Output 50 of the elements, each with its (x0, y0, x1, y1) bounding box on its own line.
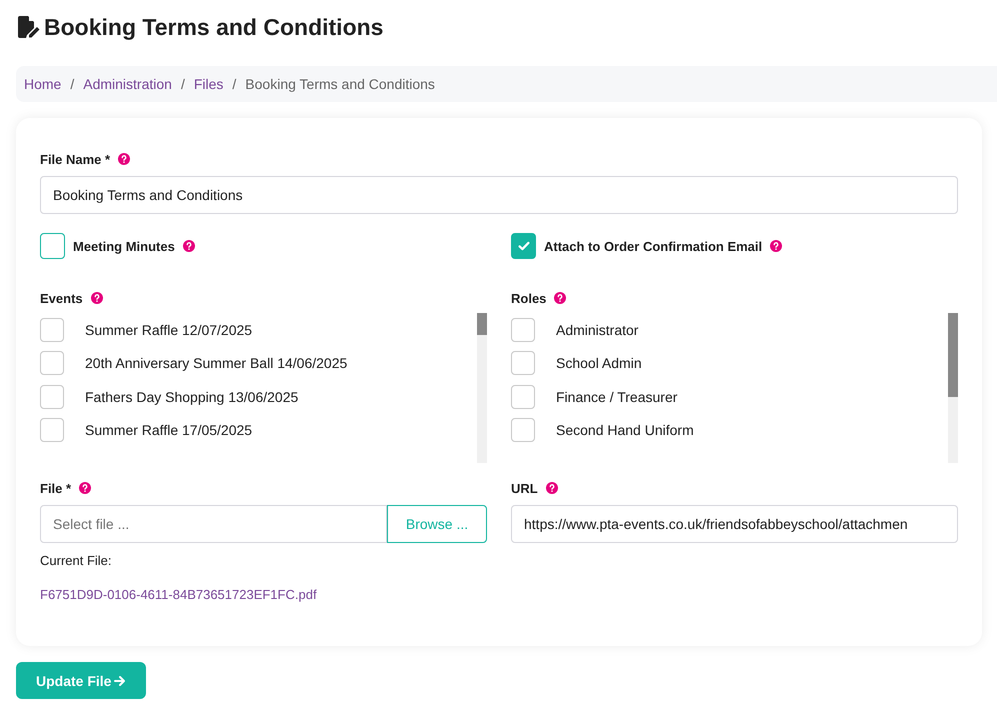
checkbox[interactable] (40, 233, 65, 259)
checkbox-label: Meeting Minutes (73, 238, 175, 254)
file-edit-icon (16, 15, 40, 39)
list-item-label: 20th Anniversary Summer Ball 14/06/2025 (85, 355, 348, 372)
help-icon[interactable] (770, 240, 782, 252)
checkmark-icon (516, 239, 530, 253)
list-item-label: Second Hand Uniform (556, 422, 694, 438)
breadcrumb-separator: / (180, 76, 185, 92)
help-icon[interactable] (554, 292, 566, 304)
list-item-label: Finance / Treasurer (556, 388, 678, 405)
list-item-label: Summer Raffle 17/05/2025 (85, 422, 252, 438)
list-item-label: Summer Raffle 12/07/2025 (85, 322, 252, 338)
breadcrumb-separator: / (232, 76, 236, 92)
field-label: File Name * (40, 152, 110, 166)
file-field[interactable]: Select file ... (40, 505, 387, 543)
checkbox[interactable] (511, 384, 535, 409)
field-label: Roles (511, 290, 546, 306)
scrollbar[interactable] (948, 313, 958, 463)
checkbox[interactable] (511, 318, 535, 342)
url-field[interactable]: https://www.pta-events.co.uk/friendsofabbeyschool/attachmen (511, 505, 958, 543)
file-link[interactable]: F6751D9D-0106-4611-84B73651723EF1FC.pdf (40, 587, 317, 602)
help-icon[interactable] (90, 292, 103, 304)
checkbox[interactable] (40, 418, 64, 442)
field-label: Events (40, 290, 83, 306)
breadcrumb-separator: / (70, 76, 74, 92)
list-item-label: Administrator (556, 322, 638, 338)
field-label: File * (40, 480, 72, 496)
current-file-label: Current File: (40, 553, 113, 568)
breadcrumb-link[interactable]: Administration (83, 76, 172, 92)
arrow-right-icon (114, 674, 126, 686)
checkbox[interactable] (511, 351, 535, 376)
checkbox-label: Attach to Order Confirmation Email (544, 238, 762, 254)
list-item-label: Fathers Day Shopping 13/06/2025 (85, 388, 298, 405)
checkbox[interactable] (40, 351, 64, 376)
checkbox[interactable] (40, 384, 64, 409)
help-icon[interactable] (118, 153, 130, 165)
help-icon[interactable] (182, 240, 195, 252)
page-title: Booking Terms and Conditions (44, 14, 384, 40)
scrollbar[interactable] (477, 313, 487, 463)
breadcrumb-link[interactable]: Files (194, 76, 224, 92)
file-name-field[interactable]: Booking Terms and Conditions (40, 176, 958, 214)
help-icon[interactable] (79, 482, 92, 494)
checkbox[interactable] (511, 233, 536, 259)
checkbox[interactable] (40, 318, 64, 342)
breadcrumb-link[interactable]: Home (24, 76, 62, 92)
list-item-label: School Admin (556, 355, 642, 372)
breadcrumb-current: Booking Terms and Conditions (245, 76, 435, 92)
field-label: URL (511, 480, 538, 496)
checkbox[interactable] (511, 418, 535, 442)
help-icon[interactable] (546, 482, 558, 494)
